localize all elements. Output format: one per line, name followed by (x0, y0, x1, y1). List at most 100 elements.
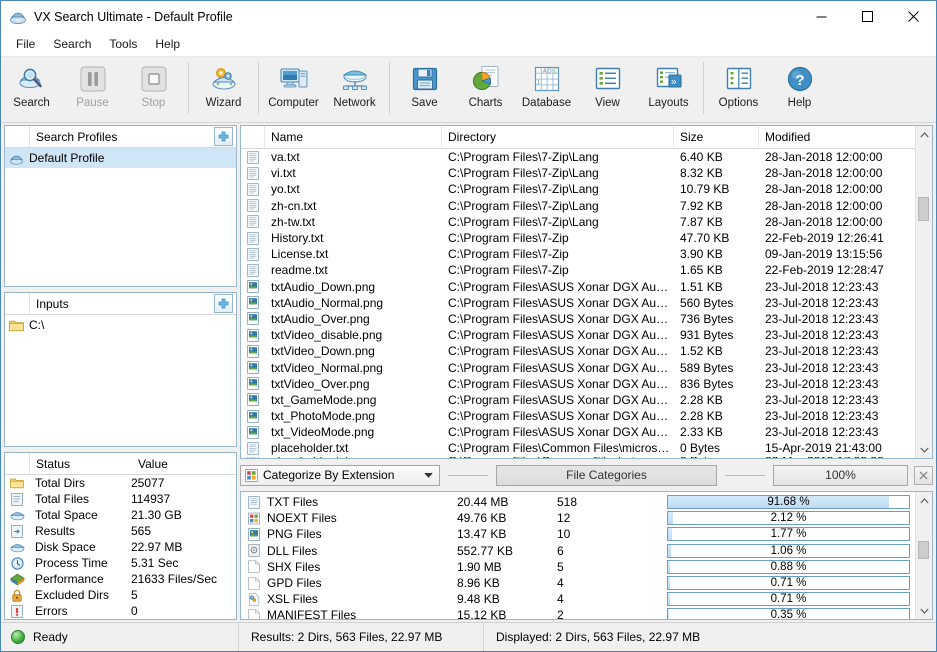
status-label: Total Files (29, 492, 129, 506)
status-col-value[interactable]: Value (136, 457, 236, 471)
scroll-up-arrow-icon[interactable] (916, 492, 932, 509)
add-profile-button[interactable] (214, 127, 233, 146)
scroll-thumb[interactable] (918, 541, 929, 559)
file-table-scrollbar[interactable] (915, 126, 932, 458)
scroll-track[interactable] (916, 143, 932, 441)
table-row[interactable]: txtVideo_disable.png C:\Program Files\AS… (241, 327, 915, 343)
toolbar-pause-button[interactable]: Pause (62, 59, 123, 117)
png-file-icon (241, 280, 265, 293)
file-column-modified[interactable]: Modified (759, 126, 915, 148)
table-row[interactable]: yo.txt C:\Program Files\7-Zip\Lang 10.79… (241, 181, 915, 197)
toolbar-stop-button[interactable]: Stop (123, 59, 184, 117)
maximize-button[interactable] (844, 1, 890, 32)
file-modified: 23-Jul-2018 12:23:43 (759, 409, 915, 423)
png-file-icon (241, 410, 265, 423)
list-item[interactable]: NOEXT Files 49.76 KB 12 2.12 % (241, 510, 915, 526)
png-file-icon (241, 296, 265, 309)
toolbar-search-button[interactable]: Search (1, 59, 62, 117)
toolbar-help-button[interactable]: ? Help (769, 59, 830, 117)
table-row[interactable]: vi.txt C:\Program Files\7-Zip\Lang 8.32 … (241, 165, 915, 181)
category-count: 4 (557, 592, 667, 606)
table-row[interactable]: readme.txt C:\Program Files\7-Zip 1.65 K… (241, 262, 915, 278)
categorize-dropdown[interactable]: Categorize By Extension (240, 465, 440, 486)
toolbar-separator-1 (188, 62, 189, 114)
toolbar-database-button[interactable]: A D C 1 Database (516, 59, 577, 117)
table-row[interactable]: txtVideo_Down.png C:\Program Files\ASUS … (241, 343, 915, 359)
file-size: 560 Bytes (674, 296, 759, 310)
xsl-file-icon (241, 593, 267, 606)
file-name: txtVideo_disable.png (265, 328, 442, 342)
table-row[interactable]: txtAudio_Normal.png C:\Program Files\ASU… (241, 295, 915, 311)
list-item[interactable]: SHX Files 1.90 MB 5 0.88 % (241, 559, 915, 575)
file-categories-panel: TXT Files 20.44 MB 518 91.68 % NOEXT Fil… (240, 491, 933, 620)
table-row[interactable]: zh-cn.txt C:\Program Files\7-Zip\Lang 7.… (241, 198, 915, 214)
scroll-thumb[interactable] (918, 197, 929, 221)
status-value: 21.30 GB (129, 508, 236, 522)
file-column-directory[interactable]: Directory (442, 126, 674, 148)
list-item[interactable]: XSL Files 9.48 KB 4 0.71 % (241, 591, 915, 607)
category-percent: 0.35 % (668, 609, 909, 620)
categories-scrollbar[interactable] (915, 492, 932, 619)
scroll-up-arrow-icon[interactable] (916, 126, 932, 143)
close-panel-button[interactable] (914, 466, 933, 485)
table-row[interactable]: License.txt C:\Program Files\7-Zip 3.90 … (241, 246, 915, 262)
list-item[interactable]: GPD Files 8.96 KB 4 0.71 % (241, 575, 915, 591)
table-row[interactable]: txt_VideoMode.png C:\Program Files\ASUS … (241, 424, 915, 440)
scroll-track[interactable] (916, 509, 932, 602)
file-column-size[interactable]: Size (674, 126, 759, 148)
file-categories-tab[interactable]: File Categories (496, 465, 717, 486)
table-row[interactable]: txt_GameMode.png C:\Program Files\ASUS X… (241, 392, 915, 408)
table-row[interactable]: va.txt C:\Program Files\7-Zip\Lang 6.40 … (241, 149, 915, 165)
toolbar-view-button[interactable]: View (577, 59, 638, 117)
toolbar-save-button[interactable]: Save (394, 59, 455, 117)
table-row[interactable]: txt_PhotoMode.png C:\Program Files\ASUS … (241, 408, 915, 424)
add-input-button[interactable] (214, 294, 233, 313)
category-bar: 91.68 % (667, 495, 915, 509)
header-gutter (5, 453, 30, 474)
menu-bar: File Search Tools Help (1, 32, 936, 57)
list-item[interactable]: PNG Files 13.47 KB 10 1.77 % (241, 526, 915, 542)
list-item[interactable]: DLL Files 552.77 KB 6 1.06 % (241, 543, 915, 559)
category-name: MANIFEST Files (267, 608, 457, 620)
table-row[interactable]: placeholder.txt C:\Program Files\Common … (241, 457, 915, 458)
status-col-status[interactable]: Status (30, 457, 136, 471)
category-size: 9.48 KB (457, 592, 557, 606)
status-state-label: Ready (33, 630, 68, 644)
png-file-icon (241, 426, 265, 439)
toolbar-network-button[interactable]: Network (324, 59, 385, 117)
toolbar-charts-button[interactable]: Charts (455, 59, 516, 117)
file-modified: 22-Feb-2019 12:26:41 (759, 231, 915, 245)
scroll-down-arrow-icon[interactable] (916, 441, 932, 458)
zoom-level-button[interactable]: 100% (773, 465, 908, 486)
file-column-name[interactable]: Name (265, 126, 442, 148)
table-row[interactable]: txtAudio_Down.png C:\Program Files\ASUS … (241, 279, 915, 295)
toolbar-separator-4 (703, 62, 704, 114)
list-item[interactable]: TXT Files 20.44 MB 518 91.68 % (241, 494, 915, 510)
scroll-down-arrow-icon[interactable] (916, 602, 932, 619)
menu-tools[interactable]: Tools (100, 34, 146, 54)
table-row[interactable]: txtVideo_Over.png C:\Program Files\ASUS … (241, 376, 915, 392)
menu-search[interactable]: Search (44, 34, 100, 54)
table-row[interactable]: placeholder.txt C:\Program Files\Common … (241, 440, 915, 456)
toolbar-wizard-button[interactable]: Wizard (193, 59, 254, 117)
toolbar-options-button[interactable]: Options (708, 59, 769, 117)
close-button[interactable] (890, 1, 936, 32)
file-size: 2.33 KB (674, 425, 759, 439)
table-row[interactable]: History.txt C:\Program Files\7-Zip 47.70… (241, 230, 915, 246)
profile-item-default[interactable]: Default Profile (5, 148, 236, 168)
file-modified: 28-Jan-2018 12:00:00 (759, 182, 915, 196)
minimize-button[interactable] (798, 1, 844, 32)
input-item-c-drive[interactable]: C:\ (5, 315, 236, 335)
table-row[interactable]: txtAudio_Over.png C:\Program Files\ASUS … (241, 311, 915, 327)
file-modified: 28-Jan-2018 12:00:00 (759, 199, 915, 213)
file-name: vi.txt (265, 166, 442, 180)
menu-help[interactable]: Help (146, 34, 189, 54)
table-row[interactable]: txtVideo_Normal.png C:\Program Files\ASU… (241, 359, 915, 375)
toolbar-computer-button[interactable]: Computer (263, 59, 324, 117)
toolbar-layouts-button[interactable]: » Layouts (638, 59, 699, 117)
table-row[interactable]: zh-tw.txt C:\Program Files\7-Zip\Lang 7.… (241, 214, 915, 230)
file-modified: 23-Jul-2018 12:23:43 (759, 377, 915, 391)
list-item[interactable]: MANIFEST Files 15.12 KB 2 0.35 % (241, 607, 915, 620)
menu-file[interactable]: File (7, 34, 44, 54)
file-size: 2.28 KB (674, 393, 759, 407)
